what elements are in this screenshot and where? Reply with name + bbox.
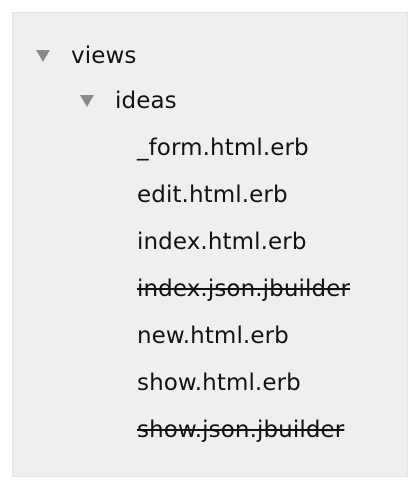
tree-file-row-deleted[interactable]: index.json.jbuilder <box>137 267 350 311</box>
tree-file-row[interactable]: edit.html.erb <box>137 173 288 217</box>
folder-name: views <box>71 42 137 69</box>
triangle-down-icon[interactable] <box>79 93 95 109</box>
file-name: edit.html.erb <box>137 181 288 208</box>
tree-file-row[interactable]: show.html.erb <box>137 361 301 405</box>
tree-file-row[interactable]: new.html.erb <box>137 314 289 358</box>
file-tree: views ideas _form.html.erb edit.html.erb… <box>13 13 407 476</box>
file-name: show.json.jbuilder <box>137 416 345 443</box>
tree-folder-ideas[interactable]: ideas <box>79 79 177 123</box>
file-name: show.html.erb <box>137 369 301 396</box>
folder-name: ideas <box>115 87 177 114</box>
triangle-down-icon[interactable] <box>35 48 51 64</box>
file-name: new.html.erb <box>137 322 289 349</box>
file-name: _form.html.erb <box>137 134 309 161</box>
tree-file-row[interactable]: index.html.erb <box>137 220 307 264</box>
tree-folder-views[interactable]: views <box>35 34 136 78</box>
tree-file-row[interactable]: _form.html.erb <box>137 126 309 170</box>
file-name: index.json.jbuilder <box>137 275 351 302</box>
file-name: index.html.erb <box>137 228 307 255</box>
tree-file-row-deleted[interactable]: show.json.jbuilder <box>137 408 344 452</box>
project-navigator-panel: views ideas _form.html.erb edit.html.erb… <box>12 12 408 477</box>
